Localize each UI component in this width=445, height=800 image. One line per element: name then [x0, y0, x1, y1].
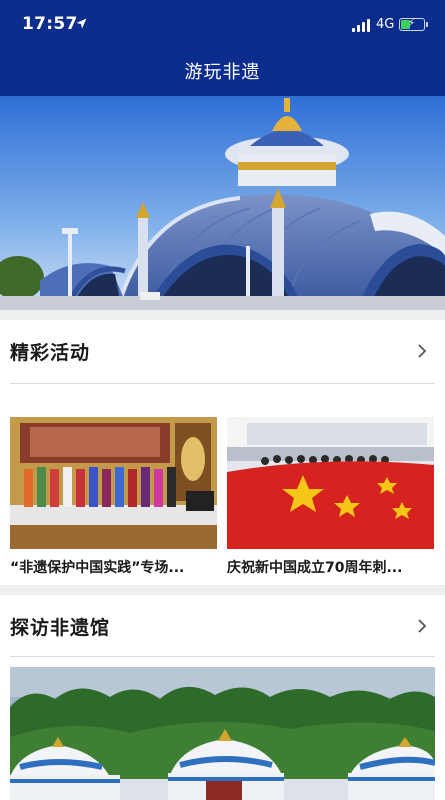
hero-banner-image[interactable]	[0, 96, 445, 310]
stage-performance-image[interactable]	[10, 417, 217, 549]
chevron-right-icon[interactable]	[417, 344, 427, 358]
screen: 17:57 4G ⚡ 游玩非遗 精彩活动 “非遗保护中国实践”专场... 庆祝新…	[0, 0, 445, 800]
app-header: 17:57 4G ⚡ 游玩非遗	[0, 0, 445, 96]
activity-card-caption[interactable]: 庆祝新中国成立70周年刺...	[227, 557, 434, 577]
cellular-signal-icon	[352, 19, 370, 32]
activity-card-caption[interactable]: “非遗保护中国实践”专场...	[10, 557, 217, 577]
activity-card[interactable]: “非遗保护中国实践”专场...	[10, 417, 217, 577]
flag-embroidery-image[interactable]	[227, 417, 434, 549]
section-separator	[0, 585, 445, 595]
activities-section-header[interactable]: 精彩活动	[0, 320, 445, 382]
network-type-label: 4G	[376, 17, 395, 32]
status-time: 17:57	[22, 14, 78, 34]
activities-section-title: 精彩活动	[10, 342, 91, 364]
venues-section-title: 探访非遗馆	[10, 617, 111, 639]
activity-card[interactable]: 庆祝新中国成立70周年刺...	[227, 417, 434, 577]
venues-section-header[interactable]: 探访非遗馆	[0, 595, 445, 657]
page-title: 游玩非遗	[184, 62, 261, 83]
status-bar: 17:57 4G ⚡	[0, 0, 445, 52]
section-divider-line	[10, 656, 435, 657]
section-separator	[0, 310, 445, 320]
yurt-camp-image[interactable]	[10, 667, 435, 800]
charging-bolt-icon: ⚡	[408, 18, 416, 29]
battery-icon: ⚡	[399, 18, 428, 31]
location-arrow-icon	[76, 18, 87, 29]
chevron-right-icon[interactable]	[417, 619, 427, 633]
section-divider-line	[10, 383, 435, 384]
